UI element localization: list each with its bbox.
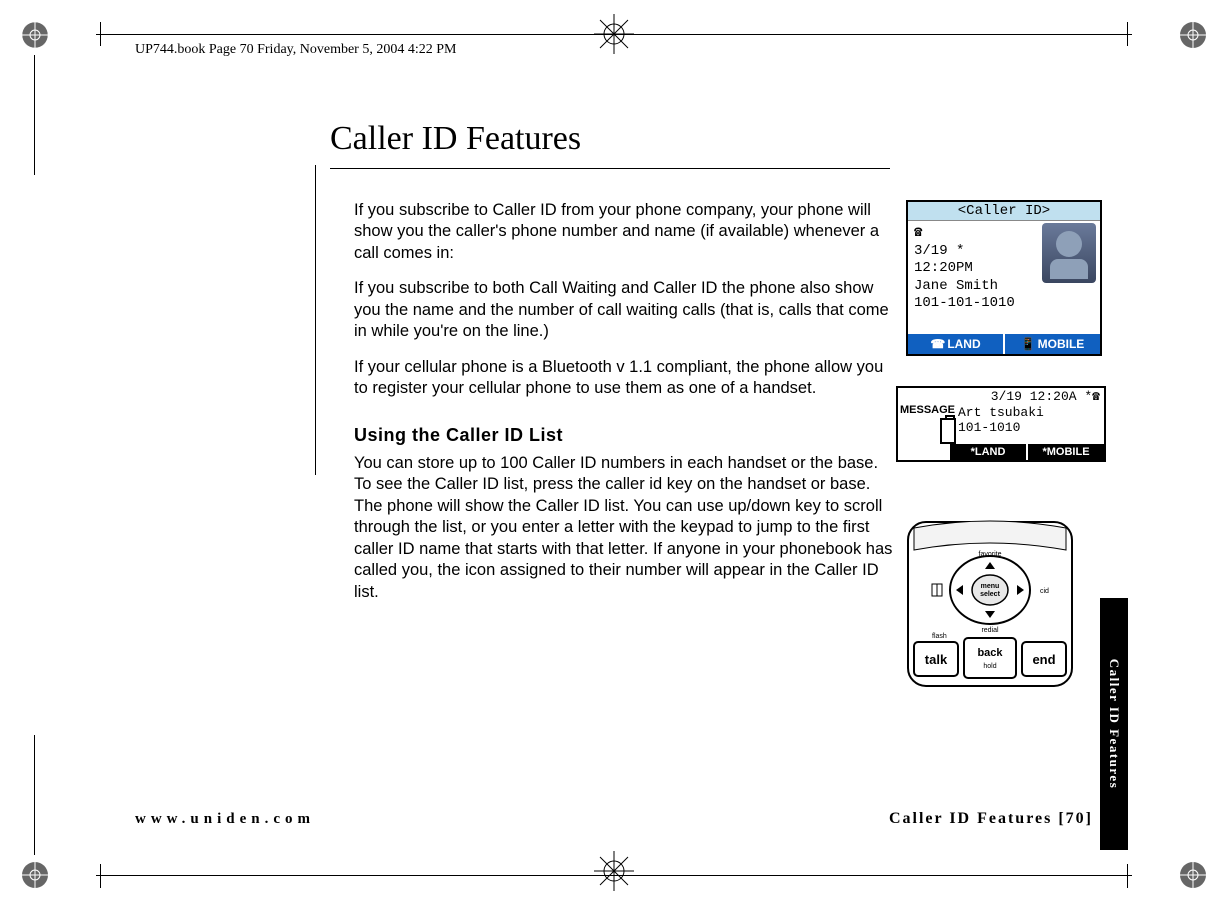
paragraph: You can store up to 100 Caller ID number… [354, 453, 894, 603]
footer-pageref: Caller ID Features [70] [889, 810, 1093, 828]
crop-rule [1127, 22, 1128, 46]
phone-icon: ☎ [1092, 389, 1100, 404]
select-label: select [980, 591, 1001, 598]
end-key: end [1032, 652, 1055, 667]
menu-label: menu [981, 583, 1000, 590]
paragraph: If you subscribe to Caller ID from your … [354, 200, 894, 264]
softkey-land: ☎LAND [908, 334, 1005, 354]
phone-icon: ☎ [930, 337, 945, 351]
phone-icon: ☎ [914, 225, 922, 241]
screen-caller-number: 101-101-1010 [914, 295, 1015, 311]
caller-id-screen-figure: <Caller ID> ☎ 3/19 * 12:20PM Jane Smith … [906, 200, 1102, 356]
crop-mark-icon [18, 18, 52, 52]
subheading: Using the Caller ID List [354, 424, 894, 447]
title-rule [330, 168, 890, 169]
keypad-figure: menu select favorite cid redial flash ta… [906, 520, 1074, 688]
crop-mark-icon [592, 12, 636, 61]
back-key: back [977, 647, 1003, 659]
battery-icon [940, 418, 956, 444]
crop-rule [34, 735, 35, 855]
crop-mark-icon [1176, 18, 1210, 52]
hold-label: hold [983, 663, 996, 670]
screen-caller-number: 101-1010 [898, 420, 1104, 435]
crop-rule [96, 34, 1132, 35]
favorite-label: favorite [979, 551, 1002, 558]
softkey-mobile: *MOBILE [1026, 444, 1104, 460]
screen-time: 12:20PM [914, 260, 973, 276]
base-screen-figure: 3/19 12:20A *☎ MESSAGE Art tsubaki 101-1… [896, 386, 1106, 462]
crop-mark-icon [592, 849, 636, 898]
footer-url: www.uniden.com [135, 811, 315, 828]
crop-rule [96, 875, 1132, 876]
screen-title: <Caller ID> [908, 202, 1100, 221]
cid-label: cid [1040, 588, 1049, 595]
softkey-mobile: 📱MOBILE [1005, 334, 1100, 354]
screen-date: 3/19 * [914, 243, 964, 259]
page-title: Caller ID Features [330, 120, 890, 158]
mobile-icon: 📱 [1021, 337, 1036, 351]
running-header: UP744.book Page 70 Friday, November 5, 2… [135, 42, 456, 58]
flash-label: flash [932, 633, 947, 640]
crop-mark-icon [18, 858, 52, 892]
crop-mark-icon [1176, 858, 1210, 892]
talk-key: talk [925, 652, 948, 667]
redial-label: redial [981, 627, 999, 634]
crop-rule [100, 22, 101, 46]
crop-rule [100, 864, 101, 888]
title-divider [315, 165, 316, 475]
section-tab: Caller ID Features [1100, 598, 1128, 850]
paragraph: If your cellular phone is a Bluetooth v … [354, 357, 894, 400]
avatar-icon [1042, 223, 1096, 283]
paragraph: If you subscribe to both Call Waiting an… [354, 278, 894, 342]
crop-rule [1127, 864, 1128, 888]
screen-datetime: 3/19 12:20A * [991, 389, 1092, 404]
softkey-land: *LAND [948, 444, 1026, 460]
crop-rule [34, 55, 35, 175]
screen-caller-name: Jane Smith [914, 278, 998, 294]
